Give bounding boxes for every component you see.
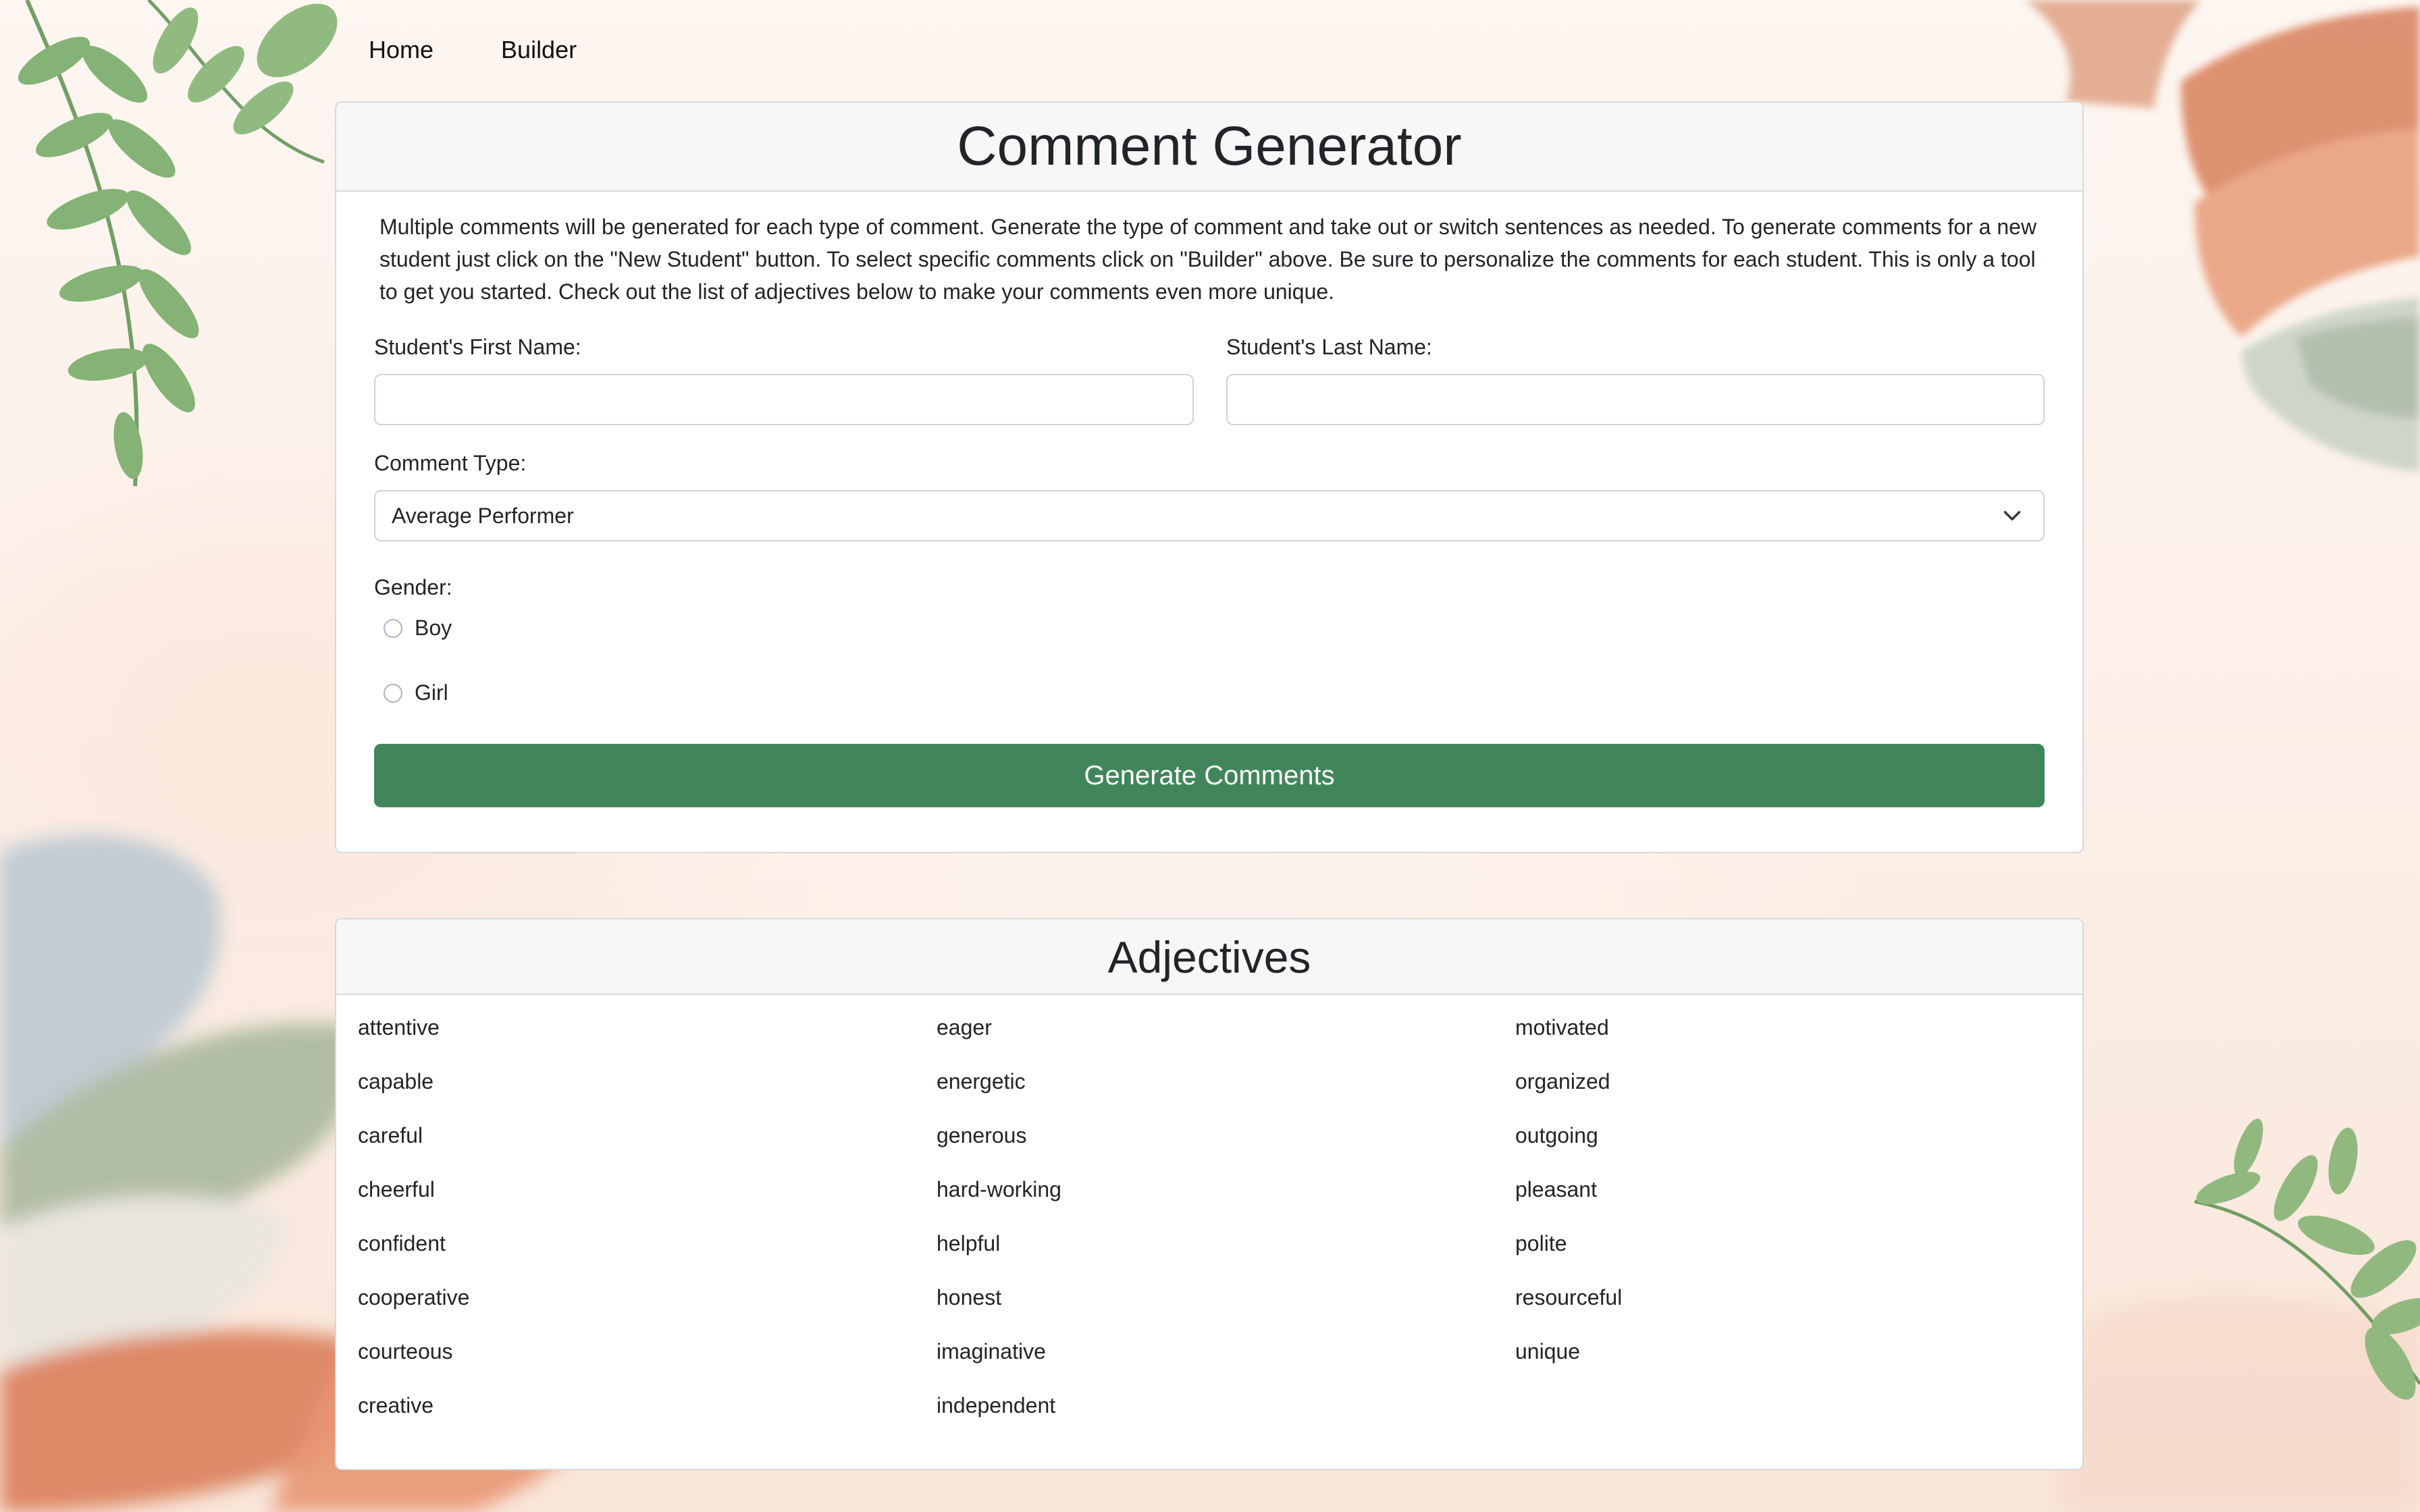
- last-name-label: Student's Last Name:: [1226, 335, 1432, 359]
- generate-comments-button[interactable]: Generate Comments: [374, 744, 2045, 807]
- adjective-item: generous: [937, 1123, 1027, 1148]
- adjective-item: honest: [937, 1285, 1002, 1310]
- generator-card-header: Comment Generator: [336, 103, 2082, 192]
- nav-home-link[interactable]: Home: [335, 30, 467, 70]
- adjective-item: helpful: [937, 1231, 1001, 1256]
- adjectives-card-header: Adjectives: [336, 919, 2082, 995]
- adjective-item: resourceful: [1515, 1285, 1623, 1310]
- adjective-item: unique: [1515, 1339, 1581, 1364]
- comment-type-label: Comment Type:: [374, 451, 527, 475]
- comment-type-value: Average Performer: [392, 503, 574, 528]
- gender-option-girl[interactable]: Girl: [384, 680, 448, 705]
- adjective-item: polite: [1515, 1231, 1567, 1256]
- adjective-item: careful: [358, 1123, 423, 1148]
- adjective-item: motivated: [1515, 1015, 1609, 1040]
- last-name-input[interactable]: [1226, 374, 2045, 425]
- nav-builder-link[interactable]: Builder: [467, 30, 610, 70]
- gender-option-boy[interactable]: Boy: [384, 616, 452, 641]
- adjective-item: outgoing: [1515, 1123, 1598, 1148]
- page-title: Comment Generator: [957, 115, 1462, 177]
- first-name-label: Student's First Name:: [374, 335, 581, 359]
- adjective-item: eager: [937, 1015, 992, 1040]
- first-name-input[interactable]: [374, 374, 1194, 425]
- adjective-item: confident: [358, 1231, 446, 1256]
- girl-radio-label: Girl: [415, 680, 448, 705]
- adjective-item: attentive: [358, 1015, 440, 1040]
- adjective-item: imaginative: [937, 1339, 1046, 1364]
- adjective-item: independent: [937, 1393, 1056, 1418]
- top-nav: Home Builder: [335, 26, 610, 74]
- comment-type-select[interactable]: Average Performer: [374, 490, 2045, 541]
- chevron-down-icon: [2003, 511, 2021, 520]
- adjective-item: hard-working: [937, 1177, 1061, 1202]
- adjective-item: courteous: [358, 1339, 453, 1364]
- adjective-item: energetic: [937, 1069, 1026, 1094]
- fern-leaves: [18, 0, 338, 487]
- comment-generator-card: Comment Generator Multiple comments will…: [335, 101, 2084, 853]
- adjective-item: pleasant: [1515, 1177, 1597, 1202]
- adjectives-card: Adjectives attentive capable careful cheerf…: [335, 918, 2084, 1470]
- adjective-item: creative: [358, 1393, 434, 1418]
- adjective-item: cooperative: [358, 1285, 470, 1310]
- adjective-item: organized: [1515, 1069, 1610, 1094]
- adjective-item: cheerful: [358, 1177, 435, 1202]
- intro-text: Multiple comments will be generated for …: [379, 215, 2037, 304]
- boy-radio-label: Boy: [415, 616, 452, 640]
- boy-radio[interactable]: [384, 618, 402, 638]
- adjectives-title: Adjectives: [1107, 932, 1311, 982]
- gender-label: Gender:: [374, 575, 452, 599]
- adjectives-list: attentive capable careful cheerful confident…: [358, 1011, 2082, 1443]
- girl-radio[interactable]: [384, 683, 402, 703]
- adjective-item: capable: [358, 1069, 434, 1094]
